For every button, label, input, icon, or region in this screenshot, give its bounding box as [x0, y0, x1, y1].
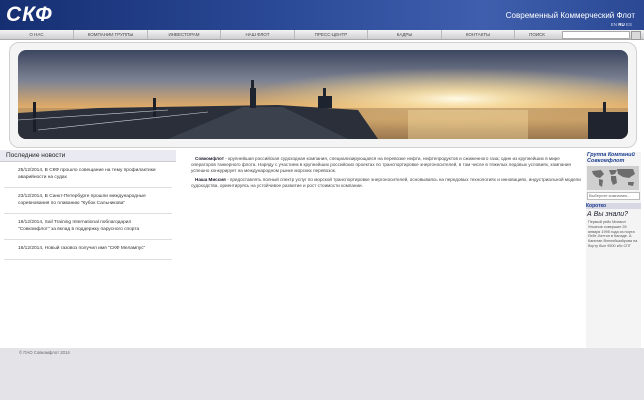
about-lead: Совкомфлот: [195, 156, 224, 161]
news-item[interactable]: 25/12/2014, В СКФ прошло совещание на те…: [4, 162, 172, 188]
lang-en[interactable]: EN: [611, 22, 617, 27]
group-companies-title[interactable]: Группа Компаний Совкомфлот: [586, 152, 641, 164]
copyright-text: © ПАО Совкомфлот 2014: [19, 350, 70, 355]
nav-search-label: ПОИСК: [529, 32, 545, 37]
nav-group-companies[interactable]: КОМПАНИИ ГРУППЫ: [74, 30, 148, 39]
nav-press-center[interactable]: ПРЕСС-ЦЕНТР: [295, 30, 368, 39]
language-switcher: EN RU ES: [611, 22, 632, 27]
site-footer: © ПАО Совкомфлот 2014: [0, 348, 644, 400]
news-item[interactable]: 23/12/2014, В Санкт-Петербурге прошли ме…: [4, 188, 172, 214]
site-logo[interactable]: СКФ: [6, 4, 53, 25]
main-nav: О НАС КОМПАНИИ ГРУППЫ ИНВЕСТОРАМ НАШ ФЛО…: [0, 30, 644, 40]
about-paragraph: Совкомфлот - крупнейшая российская судох…: [191, 156, 581, 174]
nav-fleet[interactable]: НАШ ФЛОТ: [221, 30, 295, 39]
search-input[interactable]: [562, 31, 630, 39]
nav-investors[interactable]: ИНВЕСТОРАМ: [148, 30, 221, 39]
mission-text: - предоставлять полный спектр услуг по м…: [191, 177, 581, 188]
tanker-sunset-photo: [18, 50, 628, 139]
did-you-know-title: А Вы знали?: [587, 211, 629, 218]
lang-es[interactable]: ES: [626, 22, 632, 27]
search-button[interactable]: [631, 31, 641, 40]
briefly-header: Коротко: [586, 203, 641, 209]
did-you-know-text: Первый рейс Михаил Ульянов совершил 26 я…: [588, 220, 638, 248]
nav-careers[interactable]: КАДРЫ: [368, 30, 442, 39]
world-map[interactable]: [587, 166, 639, 190]
lang-ru[interactable]: RU: [618, 22, 625, 27]
site-header: СКФ Современный Коммерческий Флот EN RU …: [0, 0, 644, 30]
nav-about[interactable]: О НАС: [0, 30, 74, 39]
latest-news: Последние новости 25/12/2014, В СКФ прош…: [0, 150, 176, 348]
mission-lead: Наша Миссия: [195, 177, 226, 182]
news-title: Последние новости: [0, 150, 176, 162]
company-about: Совкомфлот - крупнейшая российская судох…: [191, 156, 581, 192]
mission-paragraph: Наша Миссия - предоставлять полный спект…: [191, 177, 581, 189]
news-item[interactable]: 18/12/2014, Sail Training International …: [4, 214, 172, 240]
right-sidebar: Группа Компаний Совкомфлот Выберите комп…: [586, 152, 641, 348]
nav-contacts[interactable]: КОНТАКТЫ: [442, 30, 515, 39]
about-text: - крупнейшая российская судоходная компа…: [191, 156, 571, 173]
company-select[interactable]: Выберите компанию...: [587, 192, 640, 200]
site-tagline: Современный Коммерческий Флот: [505, 11, 635, 20]
news-item[interactable]: 16/12/2014, Новый газовоз получил имя "С…: [4, 240, 172, 260]
